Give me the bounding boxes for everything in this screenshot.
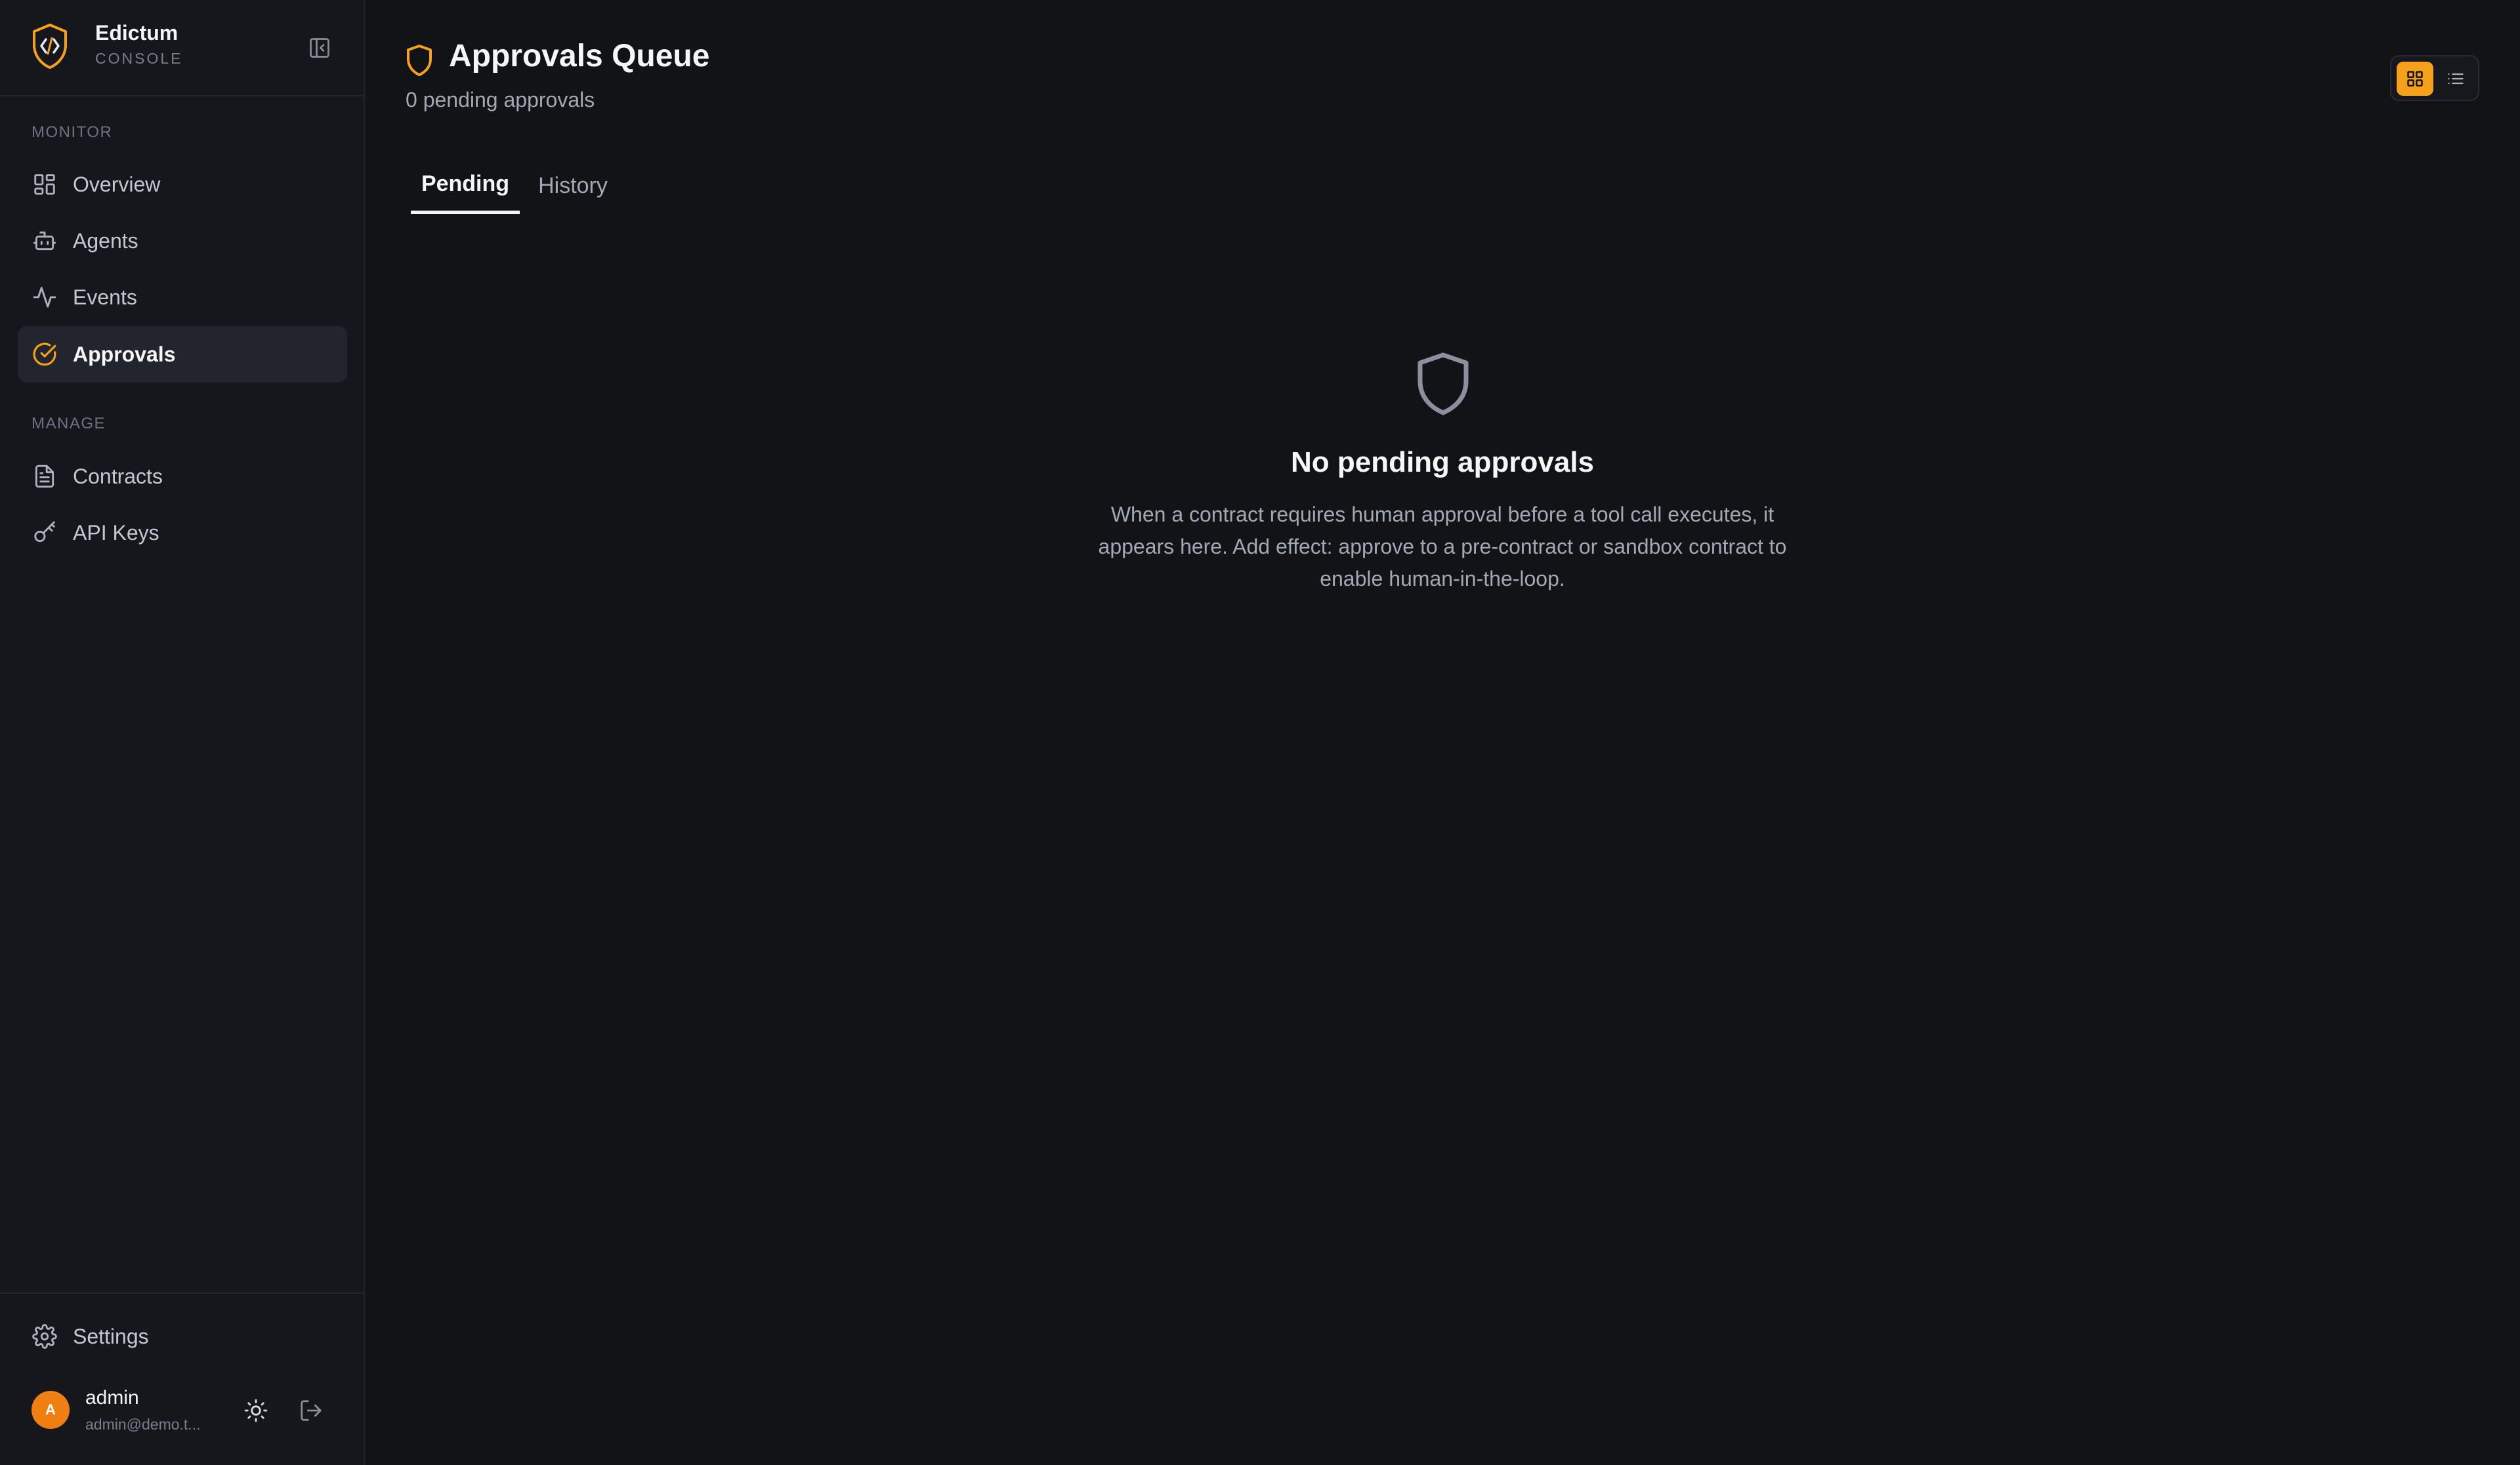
grid-icon [31,171,58,198]
shield-icon [407,45,432,76]
app-root: Edictum CONSOLE MONITOR Overview Agents … [0,0,2520,1465]
sidebar-footer-divider [0,1292,364,1294]
sun-icon [244,1399,268,1422]
sidebar-item-label: Agents [73,228,138,253]
key-icon [31,519,58,547]
file-text-icon [31,463,58,490]
check-circle-icon [31,340,58,368]
section-label-monitor: MONITOR [32,123,113,141]
sidebar-item-label: Overview [73,172,161,196]
sidebar-item-contracts[interactable]: Contracts [18,448,347,505]
sidebar-item-label: Contracts [73,464,163,488]
page-title: Approvals Queue [449,39,710,73]
brand-subtitle: CONSOLE [95,50,183,67]
sidebar-item-overview[interactable]: Overview [18,156,347,213]
sidebar-item-agents[interactable]: Agents [18,213,347,269]
sidebar-item-label: Settings [73,1324,149,1348]
shield-icon [1418,352,1469,415]
empty-state-title: No pending approvals [1290,446,1595,478]
logout-button[interactable] [294,1393,328,1428]
user-name: admin [85,1387,139,1409]
sidebar-item-events[interactable]: Events [18,269,347,325]
brand-name: Edictum [95,21,178,45]
activity-icon [31,283,58,311]
tab-pending[interactable]: Pending [411,157,520,214]
logout-icon [301,1400,322,1421]
sidebar: Edictum CONSOLE MONITOR Overview Agents … [0,0,365,1465]
edictum-logo-icon [33,24,67,69]
main-content: Approvals Queue 0 pending approvals Pend… [365,0,2520,1465]
page-subtitle: 0 pending approvals [406,88,595,112]
sidebar-item-label: API Keys [73,520,159,545]
list-view-button[interactable] [2437,62,2474,96]
tab-history[interactable]: History [530,157,616,214]
gear-icon [31,1323,58,1350]
user-email: admin@demo.t... [85,1416,201,1433]
bot-icon [31,227,58,255]
empty-state-description: When a contract requires human approval … [1098,503,1787,590]
collapse-sidebar-button[interactable] [304,32,335,64]
avatar[interactable]: A [32,1391,70,1429]
sidebar-item-api-keys[interactable]: API Keys [18,505,347,561]
sidebar-item-label: Events [73,285,137,309]
list-icon [2448,73,2464,85]
sidebar-item-settings[interactable]: Settings [18,1308,347,1365]
grid-icon [2407,71,2423,87]
view-toggle [2390,55,2479,101]
section-label-manage: MANAGE [32,415,106,432]
sidebar-item-label: Approvals [73,342,176,366]
panel-left-icon [310,38,329,58]
brand-header: Edictum CONSOLE [0,0,364,96]
sidebar-item-approvals[interactable]: Approvals [18,326,347,382]
theme-toggle-button[interactable] [239,1393,273,1428]
grid-view-button[interactable] [2397,62,2433,96]
